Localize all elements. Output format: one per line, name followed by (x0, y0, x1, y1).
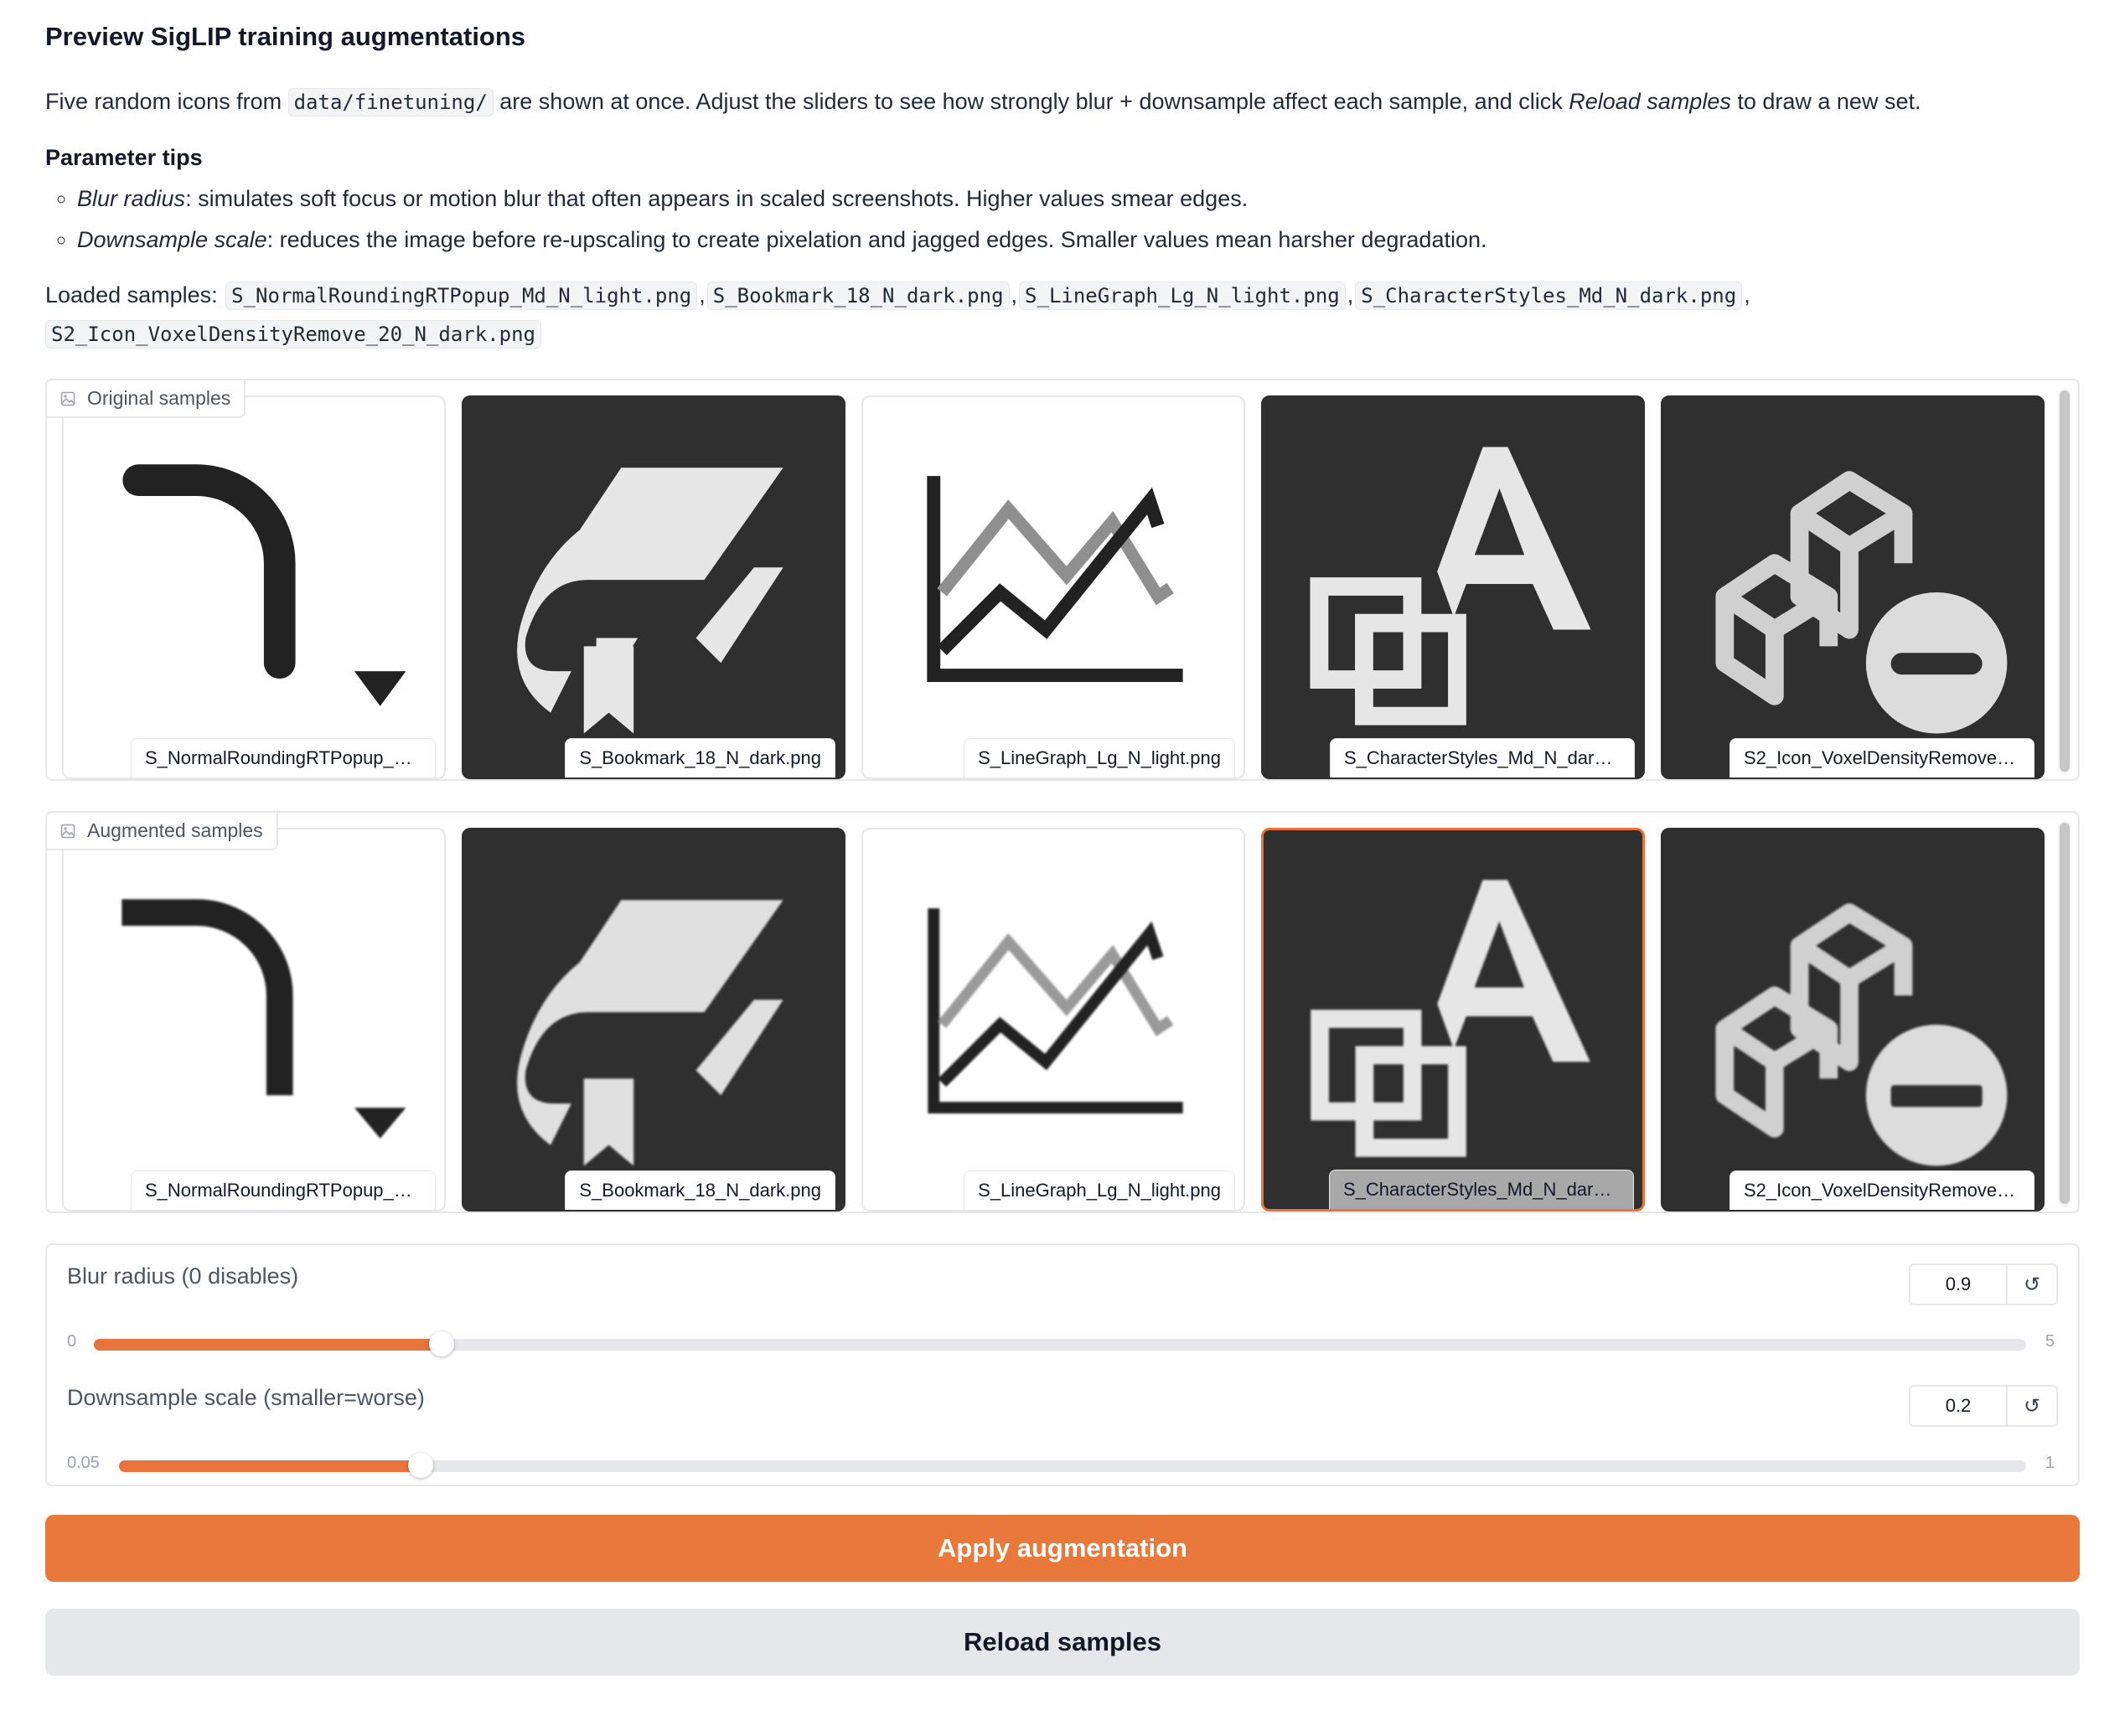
gallery-scrollbar[interactable] (2058, 389, 2071, 775)
page-title: Preview SigLIP training augmentations (45, 22, 526, 51)
character-styles-icon (1310, 447, 1591, 726)
gallery-label-text: Augmented samples (87, 819, 263, 842)
blur-radius-slider-row: Blur radius (0 disables) ↺ 0 5 (67, 1263, 2058, 1385)
tip-text: : simulates soft focus or motion blur th… (185, 186, 1249, 212)
voxel-density-remove-icon (1715, 471, 2008, 734)
loaded-file: S_CharacterStyles_Md_N_dark.png (1355, 282, 1743, 311)
thumbnail-caption: S_NormalRoundingRTPopup_Md_N_light.png (131, 1170, 436, 1211)
thumbnail-strip: S_NormalRoundingRTPopup_Md_N_light.png S… (62, 828, 2045, 1212)
bookmark-icon (517, 468, 783, 734)
line-graph-icon (927, 476, 1183, 683)
downsample-scale-label: Downsample scale (smaller=worse) (67, 1385, 425, 1411)
downsample-scale-handle[interactable] (407, 1453, 433, 1479)
blur-radius-input[interactable] (1910, 1265, 2006, 1305)
voxel-density-remove-icon (1715, 903, 2008, 1166)
loaded-file: S_Bookmark_18_N_dark.png (706, 282, 1010, 311)
line-graph-icon (928, 908, 1183, 1114)
loaded-label: Loaded samples: (45, 282, 218, 308)
thumbnail-caption: S2_Icon_VoxelDensityRemove_20_N_dark.png (1729, 1170, 2035, 1211)
gallery-scrollbar[interactable] (2058, 821, 2071, 1207)
reset-icon: ↺ (2023, 1273, 2041, 1296)
thumbnail-caption: S_Bookmark_18_N_dark.png (565, 1170, 835, 1211)
thumbnail-bookmark[interactable]: S_Bookmark_18_N_dark.png (462, 828, 845, 1212)
thumbnail-strip: S_NormalRoundingRTPopup_Md_N_light.png S… (62, 395, 2045, 780)
thumbnail-rounding-popup[interactable]: S_NormalRoundingRTPopup_Md_N_light.png (62, 395, 446, 780)
intro-part3: to draw a new set. (1730, 89, 1921, 114)
bookmark-icon (517, 900, 783, 1166)
reload-samples-button[interactable]: Reload samples (45, 1609, 2080, 1677)
downsample-max-label: 1 (2045, 1454, 2055, 1473)
reset-icon: ↺ (2023, 1394, 2041, 1418)
gallery-label-text: Original samples (87, 387, 231, 410)
loaded-samples: Loaded samples: S_NormalRoundingRTPopup_… (45, 276, 2080, 354)
blur-radius-label: Blur radius (0 disables) (67, 1263, 299, 1289)
intro-emphasis: Reload samples (1569, 89, 1731, 114)
downsample-scale-fill (119, 1460, 421, 1473)
tip-text: : reduces the image before re-upscaling … (266, 227, 1487, 253)
tip-item: Downsample scale: reduces the image befo… (77, 224, 2080, 256)
thumbnail-line-graph[interactable]: S_LineGraph_Lg_N_light.png (861, 395, 1245, 780)
thumbnail-voxel-density-remove[interactable]: S2_Icon_VoxelDensityRemove_20_N_dark.png (1661, 395, 2045, 780)
blur-radius-handle[interactable] (429, 1331, 455, 1357)
image-icon (60, 824, 75, 839)
intro-text: Five random icons from data/finetuning/ … (45, 85, 2080, 118)
thumbnail-caption: S_CharacterStyles_Md_N_dark.png (1329, 1170, 1634, 1210)
blur-radius-track[interactable] (94, 1331, 2026, 1357)
downsample-scale-number: ↺ (1909, 1385, 2058, 1428)
thumbnail-caption: S_CharacterStyles_Md_N_dark.png (1330, 738, 1635, 778)
intro-part1: Five random icons from (45, 89, 288, 114)
augmented-gallery: Augmented samples S_NormalRoundingRTPopu… (45, 811, 2080, 1214)
page: Preview SigLIP training augmentations Fi… (0, 0, 2125, 1677)
scrollbar-grip[interactable] (2060, 390, 2070, 772)
downsample-scale-slider-row: Downsample scale (smaller=worse) ↺ 0.05 … (67, 1385, 2058, 1506)
thumbnail-rounding-popup[interactable]: S_NormalRoundingRTPopup_Md_N_light.png (62, 828, 446, 1212)
augmentation-controls: Blur radius (0 disables) ↺ 0 5 Downsampl… (45, 1243, 2080, 1487)
thumbnail-caption: S_Bookmark_18_N_dark.png (565, 738, 835, 778)
character-styles-icon (1311, 880, 1590, 1158)
thumbnail-voxel-density-remove[interactable]: S2_Icon_VoxelDensityRemove_20_N_dark.png (1661, 828, 2045, 1212)
original-gallery: Original samples S_NormalRoundingRTPopup… (45, 379, 2080, 782)
thumbnail-caption: S_LineGraph_Lg_N_light.png (964, 738, 1235, 778)
gallery-label: Augmented samples (45, 811, 278, 851)
gallery-label: Original samples (45, 379, 246, 419)
apply-augmentation-button[interactable]: Apply augmentation (45, 1515, 2080, 1583)
tip-term: Blur radius (77, 186, 186, 212)
thumbnail-bookmark[interactable]: S_Bookmark_18_N_dark.png (462, 395, 845, 780)
loaded-file: S_LineGraph_Lg_N_light.png (1019, 282, 1346, 311)
dataset-path-code: data/finetuning/ (287, 88, 494, 116)
thumbnail-character-styles[interactable]: S_CharacterStyles_Md_N_dark.png (1261, 395, 1645, 780)
downsample-reset-button[interactable]: ↺ (2006, 1387, 2056, 1426)
tip-item: Blur radius: simulates soft focus or mot… (77, 183, 2080, 215)
blur-radius-number: ↺ (1909, 1263, 2058, 1306)
loaded-file: S_NormalRoundingRTPopup_Md_N_light.png (225, 282, 698, 311)
thumbnail-caption: S_NormalRoundingRTPopup_Md_N_light.png (131, 738, 436, 778)
blur-reset-button[interactable]: ↺ (2006, 1265, 2056, 1305)
thumbnail-caption: S2_Icon_VoxelDensityRemove_20_N_dark.png (1729, 738, 2035, 778)
loaded-file: S2_Icon_VoxelDensityRemove_20_N_dark.png (45, 320, 541, 349)
intro-part2: are shown at once. Adjust the sliders to… (493, 89, 1569, 114)
tips-list: Blur radius: simulates soft focus or mot… (45, 183, 2080, 256)
image-icon (60, 391, 75, 406)
thumbnail-caption: S_LineGraph_Lg_N_light.png (964, 1170, 1235, 1211)
scrollbar-grip[interactable] (2060, 823, 2070, 1205)
rounding-popup-icon (122, 899, 406, 1139)
thumbnail-line-graph[interactable]: S_LineGraph_Lg_N_light.png (861, 828, 1245, 1212)
downsample-min-label: 0.05 (67, 1454, 100, 1473)
downsample-scale-track[interactable] (119, 1453, 2026, 1479)
tip-term: Downsample scale (77, 227, 267, 253)
blur-max-label: 5 (2045, 1332, 2055, 1351)
downsample-scale-input[interactable] (1910, 1387, 2006, 1426)
blur-min-label: 0 (67, 1332, 77, 1351)
blur-radius-fill (94, 1339, 442, 1351)
thumbnail-character-styles[interactable]: S_CharacterStyles_Md_N_dark.png (1261, 828, 1645, 1212)
rounding-popup-icon (122, 464, 406, 706)
tips-heading: Parameter tips (45, 145, 203, 171)
